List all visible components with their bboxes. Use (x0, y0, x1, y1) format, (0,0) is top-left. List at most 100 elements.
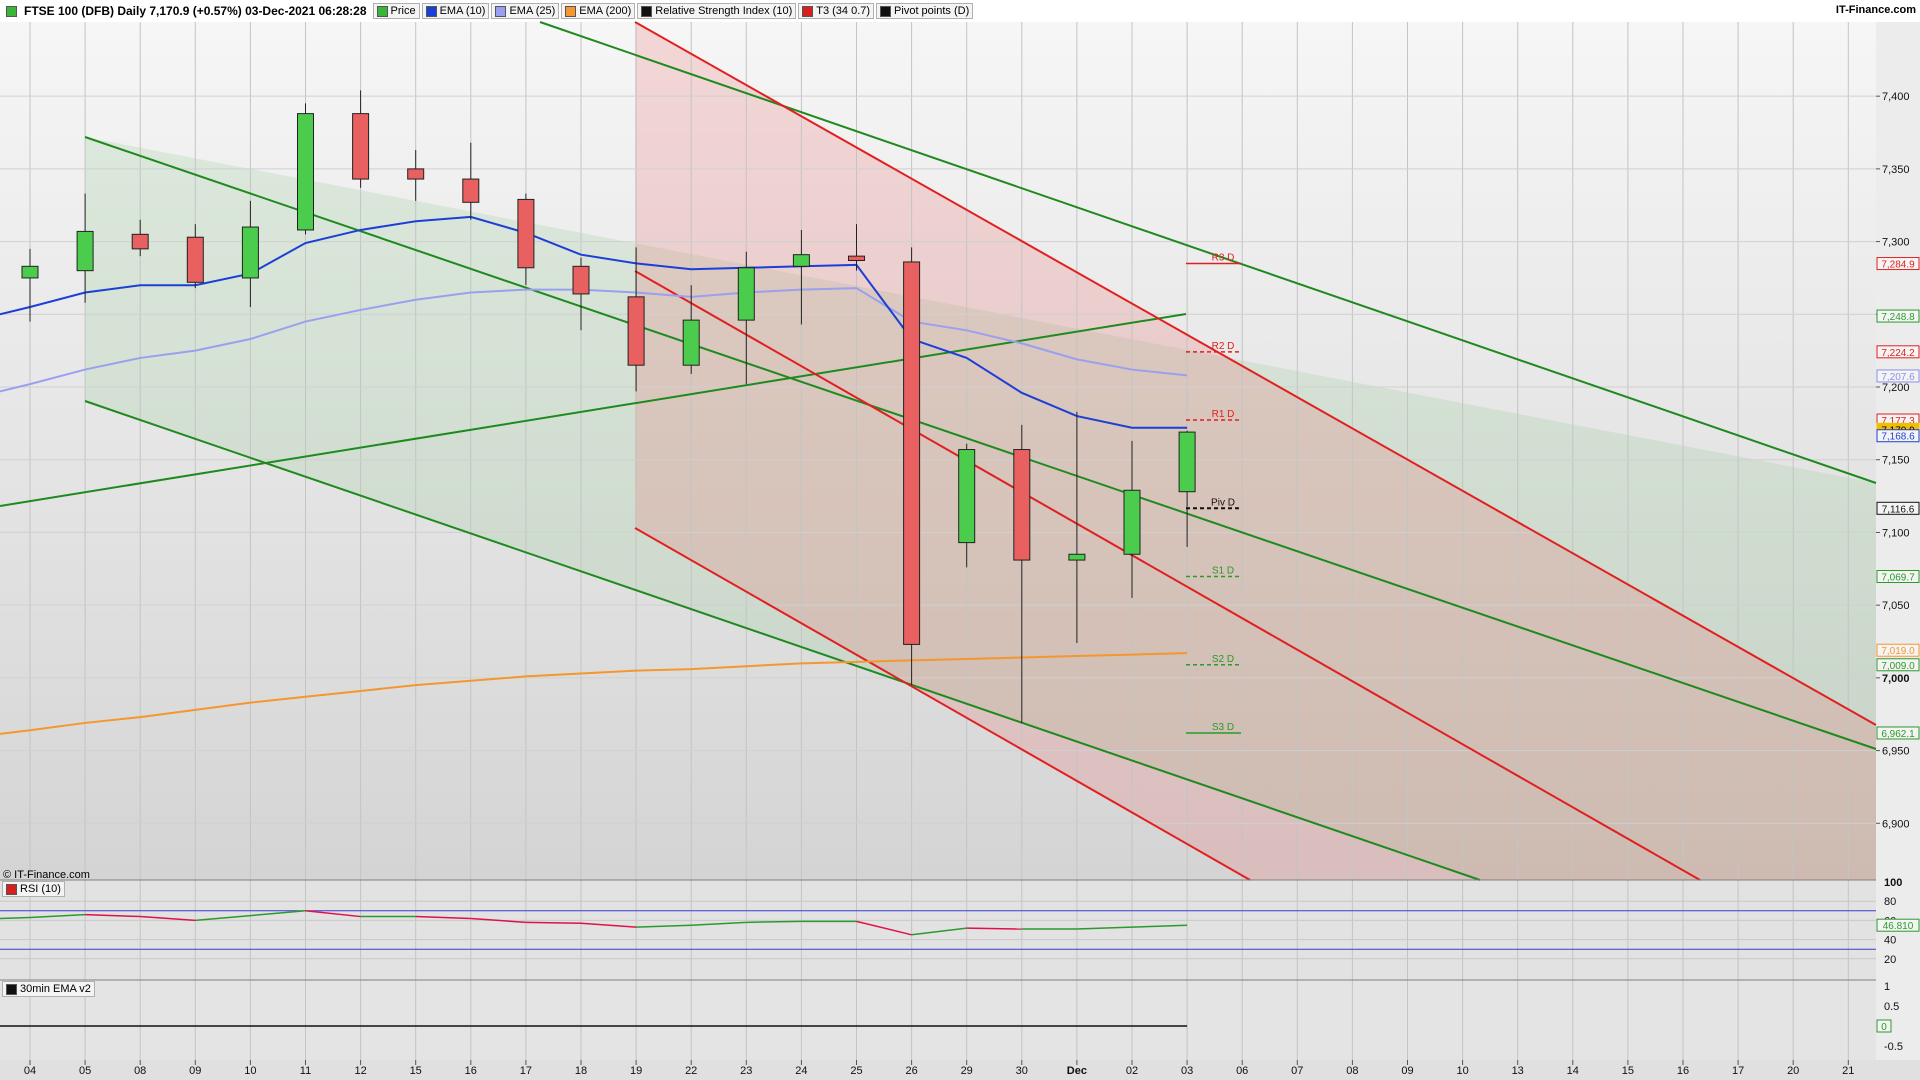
legend-bar: FTSE 100 (DFB) Daily 7,170.9 (+0.57%) 03… (0, 0, 1920, 22)
candle-body-up (1123, 489, 1141, 555)
price-tag-label: 7,069.7 (1881, 573, 1915, 584)
date-label: 17 (1732, 1065, 1744, 1077)
price-tag: 6,962.1 (1876, 726, 1920, 740)
price-tag-label: 7,248.8 (1881, 312, 1915, 323)
legend-item[interactable]: EMA (25) (491, 3, 560, 19)
candle-body-up (682, 319, 700, 366)
date-label: 13 (1512, 1065, 1524, 1077)
chart-title: FTSE 100 (DFB) Daily 7,170.9 (+0.57%) 03… (24, 4, 367, 18)
legend-item[interactable]: Relative Strength Index (10) (637, 3, 797, 19)
legend-label: Pivot points (D) (894, 5, 970, 17)
ema-axis-label: 0.5 (1884, 1001, 1899, 1013)
ema-swatch-icon (6, 983, 17, 995)
pivot-label: R2 D (1212, 341, 1235, 352)
candle-body-down (517, 198, 535, 269)
legend-swatch-icon (641, 5, 653, 17)
date-label: 17 (520, 1065, 532, 1077)
date-label: 07 (1291, 1065, 1303, 1077)
rsi-segment (746, 920, 802, 924)
rsi-axis-label: 40 (1884, 935, 1896, 947)
copyright-text: © IT-Finance.com (3, 869, 90, 881)
candle-body-down (462, 178, 480, 203)
date-label: 23 (740, 1065, 752, 1077)
legend-item[interactable]: Pivot points (D) (876, 3, 974, 19)
rsi-segment (966, 927, 1022, 930)
candle-body-up (1068, 553, 1086, 561)
date-label: 15 (410, 1065, 422, 1077)
date-label: 30 (1016, 1065, 1028, 1077)
price-tag: 7,069.7 (1876, 570, 1920, 584)
ema-pane-background (0, 980, 1876, 1060)
date-label: 09 (189, 1065, 201, 1077)
date-label: Dec (1067, 1065, 1087, 1077)
price-label: 7,150 (1882, 455, 1910, 467)
price-tag: 7,009.0 (1876, 658, 1920, 672)
date-label: 22 (685, 1065, 697, 1077)
pivot-label: R1 D (1212, 409, 1235, 420)
ema-axis-label: -0.5 (1884, 1041, 1903, 1053)
price-tag: 7,019.0 (1876, 643, 1920, 657)
date-label: 26 (905, 1065, 917, 1077)
legend-swatch-icon (376, 5, 388, 17)
ema-label: 30min EMA v2 (20, 983, 91, 995)
legend-item[interactable]: Price (372, 3, 420, 19)
date-label: 08 (1346, 1065, 1358, 1077)
date-label: 12 (354, 1065, 366, 1077)
date-label: 16 (465, 1065, 477, 1077)
price-tag-label: 7,116.6 (1882, 504, 1915, 515)
legend-swatch-icon (495, 5, 507, 17)
candle-body-up (737, 267, 755, 321)
date-label: 10 (244, 1065, 256, 1077)
legend-item[interactable]: T3 (34 0.7) (798, 3, 875, 19)
date-label: 14 (1567, 1065, 1579, 1077)
date-label: 11 (300, 1065, 311, 1077)
legend-items: Price EMA (10) EMA (25) EMA (200) Relative S… (372, 3, 976, 19)
pivot-label: R3 D (1212, 253, 1235, 264)
ema-legend-item[interactable]: 30min EMA v2 (2, 981, 95, 997)
price-tag: 7,116.6 (1876, 501, 1920, 515)
price-tag: 7,224.2 (1876, 345, 1920, 359)
price-tag: 7,168.6 (1876, 429, 1920, 443)
candle-body-down (186, 236, 204, 283)
date-label: 18 (575, 1065, 587, 1077)
date-label: 21 (1842, 1065, 1854, 1077)
price-label: 7,350 (1882, 164, 1910, 176)
pivot-label: Piv D (1211, 497, 1235, 508)
rsi-swatch-icon (6, 883, 17, 895)
candle-body-up (297, 113, 314, 231)
price-tag-label: 7,168.6 (1881, 432, 1915, 443)
price-chart[interactable]: R3 D R2 D R1 D Piv D S1 D S2 D S3 D 6,900 6,950… (0, 0, 1920, 1080)
price-tag-label: 7,284.9 (1881, 260, 1915, 271)
price-tag: 7,248.8 (1876, 309, 1920, 323)
price-tag-label: 7,224.2 (1881, 348, 1915, 359)
rsi-legend: RSI (10) (2, 881, 67, 897)
price-label: 7,100 (1882, 527, 1910, 539)
price-label: 6,950 (1882, 746, 1910, 758)
legend-label: EMA (10) (439, 5, 486, 17)
candle-body-down (848, 255, 865, 261)
candle-body-up (76, 230, 94, 272)
rsi-axis-label: 80 (1884, 896, 1896, 908)
date-label: 19 (630, 1065, 642, 1077)
candle[interactable] (297, 103, 314, 235)
price-label: 7,050 (1882, 600, 1910, 612)
price-tag: 7,284.9 (1876, 257, 1920, 271)
site-name[interactable]: IT-Finance.com (1836, 4, 1916, 16)
candle-body-down (627, 296, 645, 366)
ema-value-label: 0 (1881, 1022, 1887, 1033)
pivot-label: S3 D (1212, 722, 1234, 733)
candle[interactable] (903, 247, 921, 686)
legend-item[interactable]: EMA (200) (561, 3, 636, 19)
legend-label: T3 (34 0.7) (816, 5, 871, 17)
date-label: 02 (1126, 1065, 1138, 1077)
legend-item[interactable]: EMA (10) (421, 3, 490, 19)
rsi-legend-item[interactable]: RSI (10) (2, 881, 65, 897)
price-tag-label: 7,019.0 (1881, 646, 1915, 657)
date-label: 24 (795, 1065, 807, 1077)
rsi-axis-label: 20 (1884, 954, 1896, 966)
price-tag: 7,207.6 (1876, 369, 1920, 383)
price-label: 7,000 (1882, 673, 1910, 685)
legend-label: Price (390, 5, 416, 17)
ema-legend: 30min EMA v2 (2, 981, 97, 997)
rsi-label: RSI (10) (20, 883, 61, 895)
